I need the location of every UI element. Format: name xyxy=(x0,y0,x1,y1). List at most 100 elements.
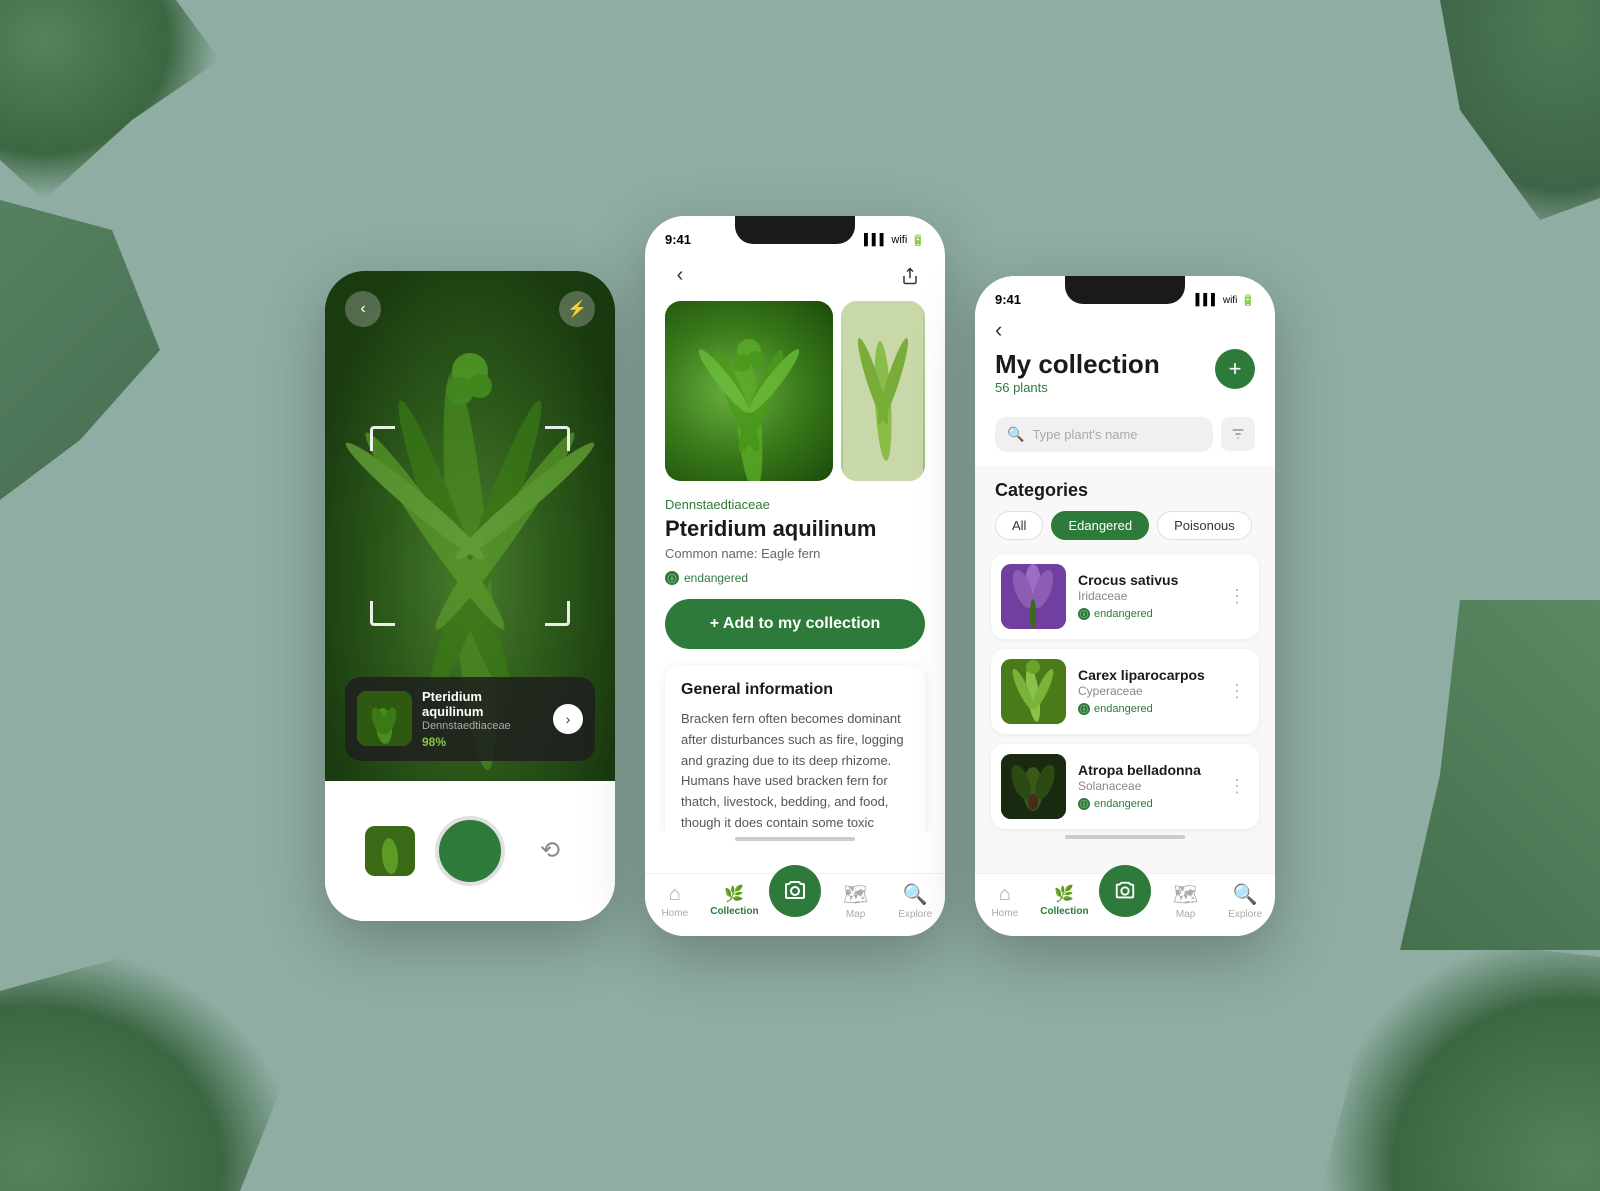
collection-header: ‹ My collection 56 plants + 🔍 Type plant… xyxy=(975,311,1275,466)
filter-button[interactable] xyxy=(1221,417,1255,451)
detail-header: ‹ xyxy=(645,251,945,301)
status-indicator: ⓘ xyxy=(665,571,679,585)
crocus-more-button[interactable]: ⋮ xyxy=(1225,584,1249,608)
bottom-nav-detail: ⌂ Home 🌿 Collection 🗺 Map 🔍 xyxy=(645,873,945,936)
plant-family-label: Dennstaedtiaceae xyxy=(665,497,925,512)
detail-images xyxy=(645,301,945,481)
carex-family: Cyperaceae xyxy=(1078,684,1213,698)
detail-back-button[interactable]: ‹ xyxy=(665,261,695,291)
plant-search-field[interactable]: 🔍 Type plant's name xyxy=(995,417,1213,452)
atropa-family: Solanaceae xyxy=(1078,779,1213,793)
nav-home-detail[interactable]: ⌂ Home xyxy=(650,883,700,919)
scan-corner-tr xyxy=(545,426,570,451)
notch-collection xyxy=(1065,276,1185,304)
fern-decoration-tr xyxy=(1400,0,1600,220)
explore-icon-detail: 🔍 xyxy=(903,882,928,907)
status-time-collection: 9:41 xyxy=(995,292,1021,307)
flip-camera-button[interactable]: ⟲ xyxy=(525,826,575,876)
scan-corner-tl xyxy=(370,426,395,451)
nav-home-collection[interactable]: ⌂ Home xyxy=(980,883,1030,919)
plant-secondary-image xyxy=(841,301,925,481)
fern-decoration-ml xyxy=(0,200,160,500)
nav-map-detail[interactable]: 🗺 Map xyxy=(831,882,881,920)
plant-main-image xyxy=(665,301,833,481)
category-pills: All Edangered Poisonous xyxy=(995,511,1255,540)
fern-decoration-br xyxy=(1320,931,1600,1191)
explore-icon-col: 🔍 xyxy=(1233,882,1258,907)
camera-back-button[interactable]: ‹ xyxy=(345,291,381,327)
plant-scientific-name: Pteridium aquilinum xyxy=(665,516,925,542)
camera-thumbnail[interactable] xyxy=(365,826,415,876)
atropa-more-button[interactable]: ⋮ xyxy=(1225,774,1249,798)
camera-viewfinder: ‹ ⚡ Pteridium aquilinum Dennstaedtiaceae… xyxy=(325,271,615,781)
nav-identify-collection[interactable] xyxy=(1099,885,1151,917)
home-indicator-collection xyxy=(1065,835,1185,839)
general-info-text: Bracken fern often becomes dominant afte… xyxy=(681,709,909,831)
crocus-image xyxy=(1001,564,1066,629)
result-plant-family: Dennstaedtiaceae xyxy=(422,720,543,732)
plant-item-atropa[interactable]: Atropa belladonna Solanaceae ⓘ endangere… xyxy=(991,744,1259,829)
carex-image xyxy=(1001,659,1066,724)
nav-map-label-col: Map xyxy=(1176,909,1195,920)
scan-frame xyxy=(370,426,570,626)
capture-button[interactable] xyxy=(435,816,505,886)
bottom-nav-collection: ⌂ Home 🌿 Collection 🗺 Map 🔍 xyxy=(975,873,1275,936)
nav-explore-detail[interactable]: 🔍 Explore xyxy=(890,882,940,920)
plant-common-name: Common name: Eagle fern xyxy=(665,546,925,561)
collection-icon: 🌿 xyxy=(724,884,744,904)
fern-decoration-bl xyxy=(0,941,300,1191)
collection-title: My collection xyxy=(995,349,1160,380)
collection-count: 56 plants xyxy=(995,380,1160,395)
home-icon: ⌂ xyxy=(669,883,681,906)
carex-status-icon: ⓘ xyxy=(1078,703,1090,715)
categories-title: Categories xyxy=(995,480,1255,501)
collection-icon-col: 🌿 xyxy=(1054,884,1074,904)
search-magnify-icon: 🔍 xyxy=(1007,426,1024,443)
nav-collection-label-col: Collection xyxy=(1040,906,1088,917)
nav-collection-detail[interactable]: 🌿 Collection xyxy=(709,884,759,917)
nav-identify-detail[interactable] xyxy=(769,885,821,917)
identify-camera-icon-col xyxy=(1099,865,1151,917)
plant-item-carex[interactable]: Carex liparocarpos Cyperaceae ⓘ endanger… xyxy=(991,649,1259,734)
phone-camera: ‹ ⚡ Pteridium aquilinum Dennstaedtiaceae… xyxy=(325,271,615,921)
plant-result-card: Pteridium aquilinum Dennstaedtiaceae 98%… xyxy=(345,677,595,761)
plant-item-crocus[interactable]: Crocus sativus Iridaceae ⓘ endangered ⋮ xyxy=(991,554,1259,639)
collection-back-button[interactable]: ‹ xyxy=(995,317,1002,343)
detail-share-button[interactable] xyxy=(895,261,925,291)
add-plant-button[interactable]: + xyxy=(1215,349,1255,389)
add-to-collection-button[interactable]: + Add to my collection xyxy=(665,599,925,649)
category-poisonous[interactable]: Poisonous xyxy=(1157,511,1252,540)
carex-more-button[interactable]: ⋮ xyxy=(1225,679,1249,703)
scan-corner-bl xyxy=(370,601,395,626)
category-endangered[interactable]: Edangered xyxy=(1051,511,1149,540)
atropa-status-icon: ⓘ xyxy=(1078,798,1090,810)
carex-name: Carex liparocarpos xyxy=(1078,667,1213,683)
nav-map-label-detail: Map xyxy=(846,909,865,920)
detail-body: Dennstaedtiaceae Pteridium aquilinum Com… xyxy=(645,481,945,831)
phone-detail: 9:41 ▌▌▌ wifi 🔋 ‹ xyxy=(645,216,945,936)
nav-explore-collection[interactable]: 🔍 Explore xyxy=(1220,882,1270,920)
detail-scroll[interactable]: ‹ xyxy=(645,251,945,831)
general-info-card: General information Bracken fern often b… xyxy=(665,665,925,831)
crocus-status-icon: ⓘ xyxy=(1078,608,1090,620)
nav-home-label-detail: Home xyxy=(661,908,688,919)
categories-section: Categories All Edangered Poisonous xyxy=(975,480,1275,540)
notch-detail xyxy=(735,216,855,244)
crocus-family: Iridaceae xyxy=(1078,589,1213,603)
camera-flash-button[interactable]: ⚡ xyxy=(559,291,595,327)
nav-map-collection[interactable]: 🗺 Map xyxy=(1161,882,1211,920)
scan-corner-br xyxy=(545,601,570,626)
camera-bottom-bar: ⟲ xyxy=(325,781,615,921)
phones-wrapper: ‹ ⚡ Pteridium aquilinum Dennstaedtiaceae… xyxy=(325,256,1275,936)
result-arrow-button[interactable]: › xyxy=(553,704,583,734)
fern-decoration-tl xyxy=(0,0,220,200)
general-info-title: General information xyxy=(681,681,909,699)
category-all[interactable]: All xyxy=(995,511,1043,540)
nav-collection-collection[interactable]: 🌿 Collection xyxy=(1039,884,1089,917)
search-placeholder-text: Type plant's name xyxy=(1032,427,1137,442)
search-row: 🔍 Type plant's name xyxy=(995,417,1255,452)
result-confidence: 98% xyxy=(422,735,543,749)
identify-camera-icon xyxy=(769,865,821,917)
atropa-status: ⓘ endangered xyxy=(1078,798,1213,810)
status-icons-detail: ▌▌▌ wifi 🔋 xyxy=(864,234,925,247)
